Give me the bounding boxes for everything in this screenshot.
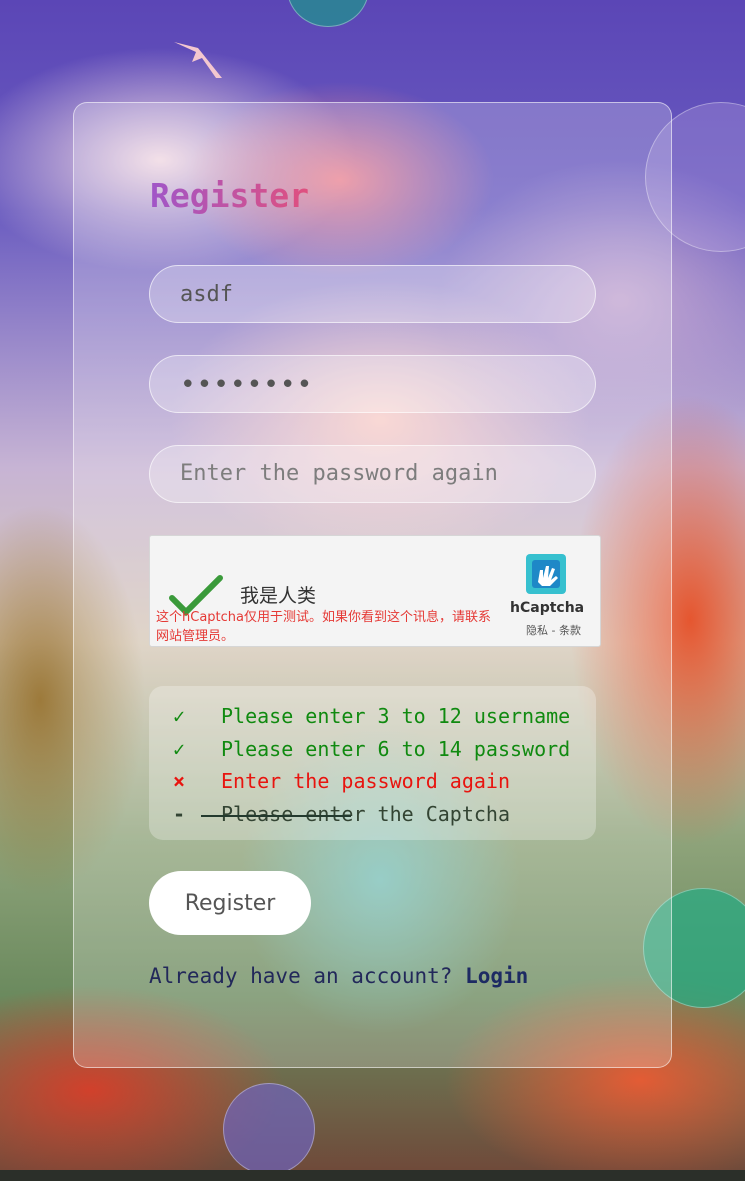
hcaptcha-logo-icon (526, 554, 566, 594)
validation-item: ✓ Please enter 6 to 14 password (149, 733, 596, 766)
validation-text: Please enter 3 to 12 username (221, 704, 571, 728)
check-icon: ✓ (173, 736, 186, 761)
validation-list: ✓ Please enter 3 to 12 username ✓ Please… (149, 686, 596, 840)
bubble-decoration (223, 1083, 315, 1170)
login-link[interactable]: Login (465, 964, 528, 988)
validation-item: ✓ Please enter 3 to 12 username (149, 700, 596, 733)
cross-icon: × (173, 769, 186, 793)
captcha-warning: 这个hCaptcha仅用于测试。如果你看到这个讯息，请联系网站管理员。 (156, 610, 491, 644)
captcha-brand: hCaptcha (510, 600, 585, 616)
confirm-password-field[interactable] (149, 445, 596, 503)
bubble-decoration (287, 0, 369, 27)
validation-text: Please enter 6 to 14 password (221, 736, 571, 761)
captcha-privacy-terms-links[interactable]: 隐私 - 条款 (526, 622, 581, 638)
page-title: Register (150, 176, 309, 215)
validation-item: - Please enter the Captcha (149, 798, 596, 831)
username-field[interactable]: asdf (149, 265, 596, 323)
validation-item: × Enter the password again (149, 765, 596, 798)
bottom-strip (0, 1170, 745, 1181)
bird-icon (174, 42, 222, 78)
validation-text: Enter the password again (221, 769, 510, 793)
login-prompt: Already have an account? Login (149, 964, 528, 988)
strikethrough-line (201, 814, 351, 817)
captcha-label: 我是人类 (240, 585, 317, 607)
check-icon: ✓ (173, 704, 186, 728)
dash-icon: - (173, 801, 186, 826)
hcaptcha-widget[interactable]: 我是人类 这个hCaptcha仅用于测试。如果你看到这个讯息，请联系网站管理员。… (149, 535, 601, 647)
register-button[interactable]: Register (149, 871, 311, 935)
password-field[interactable]: •••••••• (149, 355, 596, 413)
login-prompt-text: Already have an account? (149, 964, 453, 988)
